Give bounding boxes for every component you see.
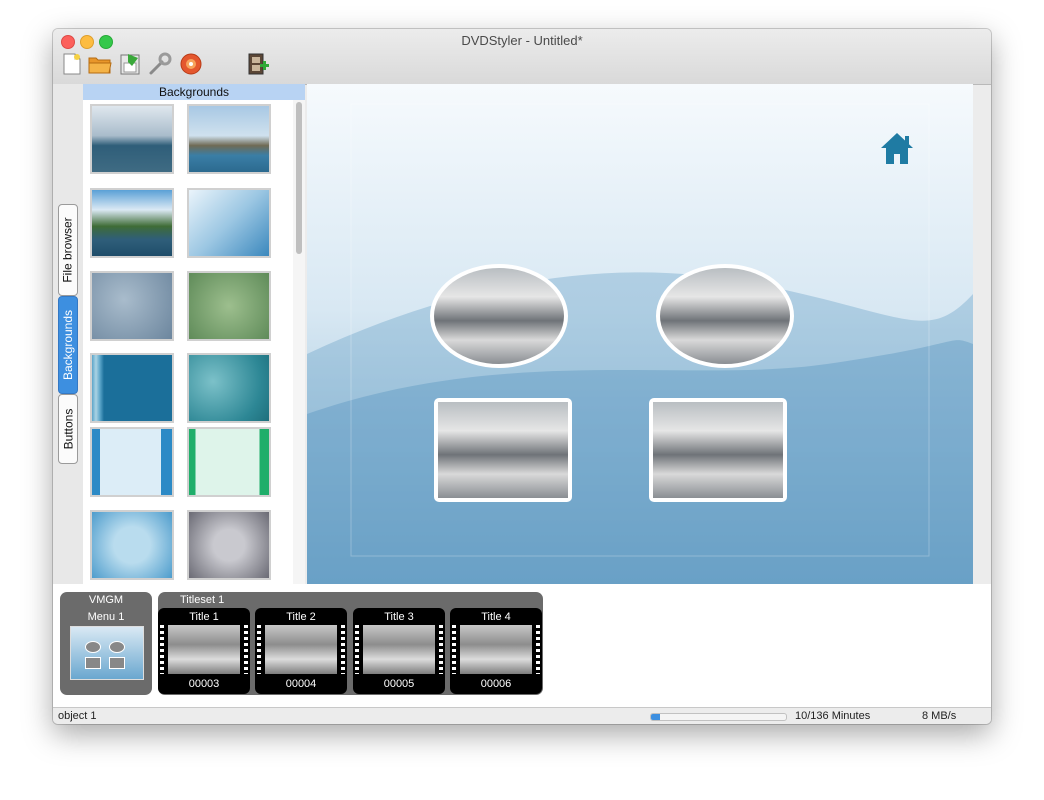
film-sprocket (439, 625, 443, 674)
background-thumb-blue-light[interactable] (187, 188, 271, 258)
window-title: DVDStyler - Untitled* (461, 33, 583, 48)
film-sprocket (341, 625, 345, 674)
new-file-icon[interactable] (60, 52, 84, 76)
tab-file-browser[interactable]: File browser (58, 204, 78, 296)
panel-scrollbar[interactable] (293, 100, 305, 584)
background-thumb-teal-texture[interactable] (187, 353, 271, 423)
save-icon[interactable] (118, 52, 142, 76)
menu-1-label: Menu 1 (87, 611, 125, 623)
menu-1-thumbnail[interactable] (70, 626, 144, 680)
title-label: Title 2 (286, 611, 316, 623)
status-rate: 8 MB/s (922, 710, 957, 722)
office-photo (660, 268, 790, 364)
background-thumb-coast-boats[interactable] (187, 104, 271, 174)
add-video-icon[interactable] (246, 52, 270, 76)
office-photo (434, 268, 564, 364)
status-selection-text: object 1 (58, 710, 97, 722)
disc-usage-progress (650, 713, 787, 721)
canvas-background-waves (307, 103, 973, 584)
background-thumb-blue-frame[interactable] (90, 427, 174, 497)
title-bar: DVDStyler - Untitled* (53, 29, 991, 85)
tab-backgrounds[interactable]: Backgrounds (58, 296, 78, 394)
office-photo (653, 402, 783, 498)
tab-buttons[interactable]: Buttons (58, 394, 78, 464)
titleset-label: Titleset 1 (180, 594, 225, 606)
film-sprocket (452, 625, 456, 674)
vmgm-label: VMGM (88, 594, 124, 606)
backgrounds-panel: Backgrounds (83, 84, 305, 584)
title-number: 00005 (383, 678, 415, 690)
menu-button-oval-1[interactable] (430, 264, 568, 368)
app-window: DVDStyler - Untitled* File browser Backg… (53, 29, 991, 724)
status-bar: object 1 10/136 Minutes 8 MB/s (53, 707, 991, 724)
title-card-4[interactable]: Title 4 00006 (450, 608, 542, 694)
side-tab-strip: File browser Backgrounds Buttons (53, 84, 83, 584)
background-thumb-gray-cloud[interactable] (90, 271, 174, 341)
title-number: 00006 (480, 678, 512, 690)
tab-buttons-label: Buttons (61, 408, 76, 450)
title-card-1[interactable]: Title 1 00003 (158, 608, 250, 694)
film-sprocket (160, 625, 164, 674)
disc-usage-progress-fill (651, 714, 661, 720)
title-number: 00004 (285, 678, 317, 690)
background-thumb-sky-sea[interactable] (90, 104, 174, 174)
title-label: Title 3 (384, 611, 414, 623)
panel-scrollbar-thumb[interactable] (296, 102, 302, 254)
title-number: 00003 (188, 678, 220, 690)
title-thumbnail (363, 625, 435, 674)
title-card-3[interactable]: Title 3 00005 (353, 608, 445, 694)
title-thumbnail (265, 625, 337, 674)
background-thumb-gray-gradient[interactable] (187, 510, 271, 580)
title-label: Title 4 (481, 611, 511, 623)
background-thumb-blue-stripes[interactable] (90, 353, 174, 423)
open-folder-icon[interactable] (88, 52, 112, 76)
menu-button-rect-2[interactable] (649, 398, 787, 502)
title-thumbnail (460, 625, 532, 674)
background-thumb-blue-gradient[interactable] (90, 510, 174, 580)
panel-header: Backgrounds (83, 84, 305, 100)
background-thumbnail-grid (83, 100, 293, 584)
film-sprocket (257, 625, 261, 674)
title-thumbnail (168, 625, 240, 674)
title-card-2[interactable]: Title 2 00004 (255, 608, 347, 694)
film-sprocket (244, 625, 248, 674)
menu-button-rect-1[interactable] (434, 398, 572, 502)
burn-disc-icon[interactable] (179, 52, 203, 76)
background-thumb-green-cloud[interactable] (187, 271, 271, 341)
titleset-group: Titleset 1 Title 1 00003 Title 2 00004 T… (158, 592, 543, 695)
office-photo (438, 402, 568, 498)
film-sprocket (536, 625, 540, 674)
vmgm-group: VMGM Menu 1 (60, 592, 152, 695)
background-thumb-green-frame[interactable] (187, 427, 271, 497)
menu-button-oval-2[interactable] (656, 264, 794, 368)
menu-canvas[interactable] (307, 84, 973, 584)
settings-wrench-icon[interactable] (148, 52, 172, 76)
film-sprocket (355, 625, 359, 674)
title-label: Title 1 (189, 611, 219, 623)
titleset-manager: VMGM Menu 1 Titleset 1 Title 1 00003 Tit… (53, 584, 991, 707)
tab-backgrounds-label: Backgrounds (61, 309, 76, 381)
background-thumb-lake-hills[interactable] (90, 188, 174, 258)
home-icon[interactable] (879, 131, 915, 165)
status-minutes: 10/136 Minutes (795, 710, 871, 722)
tab-file-browser-label: File browser (61, 217, 76, 283)
